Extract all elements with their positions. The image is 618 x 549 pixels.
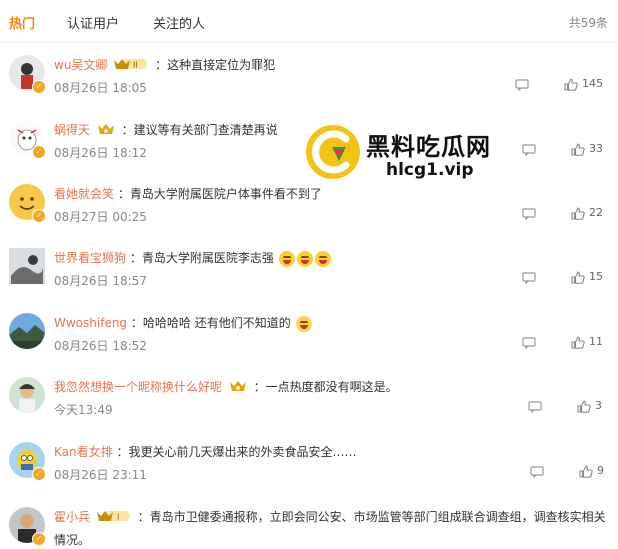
comment-item: 世界看宝狮狗 ：青岛大学附属医院李志强 08月26日 18:57 15 <box>0 248 618 312</box>
username[interactable]: 蜗得天 <box>54 123 90 137</box>
comment-time: 08月26日 23:11 <box>54 468 147 482</box>
like-count: 3 <box>595 399 602 412</box>
comment-item: ✓ 霍小兵 I ：青岛市卫健委通报称，立即会同公安、市场监管等部门组成联合调查组… <box>0 507 618 549</box>
laugh-emoji-icon <box>314 250 331 267</box>
comment-count: 共59条 <box>568 16 608 30</box>
thumbs-up-icon <box>579 464 593 478</box>
comment-text: ：这种直接定位为罪犯 <box>155 58 276 72</box>
like-button[interactable]: 9 <box>579 464 604 478</box>
username[interactable]: 世界看宝狮狗 <box>54 251 126 265</box>
watermark-url: hlcg1.vip <box>386 160 474 180</box>
reply-icon[interactable] <box>522 272 536 284</box>
thumbs-up-icon <box>571 335 585 349</box>
reply-icon[interactable] <box>522 337 536 349</box>
like-button[interactable]: 22 <box>571 206 603 220</box>
thumbs-up-icon <box>571 142 585 156</box>
avatar[interactable] <box>9 313 45 349</box>
verified-badge-icon: ✓ <box>32 467 46 481</box>
svg-text:I: I <box>117 513 119 522</box>
tab-verified-users[interactable]: 认证用户 <box>67 13 119 32</box>
comment-time: 08月26日 18:52 <box>54 339 147 353</box>
comment-time: 08月27日 00:25 <box>54 210 147 224</box>
comment-time: 今天13:49 <box>54 403 113 417</box>
crown-level-icon: I <box>96 509 132 526</box>
username[interactable]: 看她就会笑 <box>54 187 114 201</box>
username[interactable]: wu吴文卿 <box>54 58 107 72</box>
thumbs-up-icon <box>564 77 578 91</box>
reply-icon[interactable] <box>528 401 542 413</box>
like-button[interactable]: 3 <box>577 399 602 413</box>
thumbs-up-icon <box>577 399 591 413</box>
username[interactable]: Kan看女排 <box>54 445 113 459</box>
verified-badge-icon: ✓ <box>32 532 46 546</box>
like-count: 11 <box>589 335 603 348</box>
comment-text-continued: 情况。 <box>54 533 91 547</box>
like-button[interactable]: 11 <box>571 335 603 349</box>
verified-badge-icon: ✓ <box>32 145 46 159</box>
crown-level-icon: II <box>113 57 149 74</box>
comment-item: ✓ Kan看女排 ：我更关心前几天爆出来的外卖食品安全…… 08月26日 23:… <box>0 442 618 506</box>
comment-item: 我忽然想换一个昵称换什么好呢 ：一点热度都没有啊这是。 今天13:49 3 <box>0 377 618 441</box>
verified-badge-icon: ✓ <box>32 80 46 94</box>
like-button[interactable]: 145 <box>564 77 603 91</box>
watermark-logo-icon <box>306 125 360 179</box>
comment-item: ✓ wu吴文卿 II ：这种直接定位为罪犯 08月26日 18:05 145 <box>0 55 618 119</box>
tab-hot[interactable]: 热门 <box>9 13 35 32</box>
reply-icon[interactable] <box>515 79 529 91</box>
thumbs-up-icon <box>571 270 585 284</box>
comment-text: ：青岛市卫健委通报称，立即会同公安、市场监管等部门组成联合调查组，调查核实相关 <box>137 510 606 524</box>
tab-following[interactable]: 关注的人 <box>153 13 205 32</box>
crown-level-icon <box>228 379 248 396</box>
laugh-emoji-icon <box>278 250 295 267</box>
reply-icon[interactable] <box>530 466 544 478</box>
comment-time: 08月26日 18:57 <box>54 274 147 288</box>
comment-text: ：青岛大学附属医院李志强 <box>129 251 274 265</box>
reply-icon[interactable] <box>522 144 536 156</box>
comment-text: ：我更关心前几天爆出来的外卖食品安全…… <box>116 445 357 459</box>
like-button[interactable]: 15 <box>571 270 603 284</box>
comment-text: ：一点热度都没有啊这是。 <box>253 380 398 394</box>
reply-icon[interactable] <box>522 208 536 220</box>
username[interactable]: 我忽然想换一个昵称换什么好呢 <box>54 380 222 394</box>
comment-time: 08月26日 18:12 <box>54 146 147 160</box>
comment-time: 08月26日 18:05 <box>54 81 147 95</box>
comment-text: ：青岛大学附属医院户体事件看不到了 <box>117 187 322 201</box>
comment-text: ：建议等有关部门查清楚再说 <box>121 123 278 137</box>
comment-text: ：哈哈哈哈 还有他们不知道的 <box>130 316 291 330</box>
like-count: 33 <box>589 142 603 155</box>
like-count: 145 <box>582 77 603 90</box>
comment-tabs: 热门 认证用户 关注的人 共59条 <box>0 0 618 43</box>
laugh-emoji-icon <box>296 250 313 267</box>
comment-item: Wwoshifeng ：哈哈哈哈 还有他们不知道的 08月26日 18:52 1… <box>0 313 618 377</box>
avatar[interactable] <box>9 377 45 413</box>
verified-badge-icon: ✓ <box>32 209 46 223</box>
like-count: 15 <box>589 270 603 283</box>
avatar[interactable] <box>9 248 45 284</box>
like-count: 9 <box>597 464 604 477</box>
like-count: 22 <box>589 206 603 219</box>
username[interactable]: 霍小兵 <box>54 510 90 524</box>
username[interactable]: Wwoshifeng <box>54 316 127 330</box>
watermark-title: 黑料吃瓜网 <box>366 133 491 161</box>
laugh-cry-emoji-icon <box>295 315 312 332</box>
crown-level-icon <box>96 122 116 139</box>
watermark: 黑料吃瓜网 hlcg1.vip <box>306 125 516 195</box>
svg-text:II: II <box>133 61 138 70</box>
thumbs-up-icon <box>571 206 585 220</box>
like-button[interactable]: 33 <box>571 142 603 156</box>
